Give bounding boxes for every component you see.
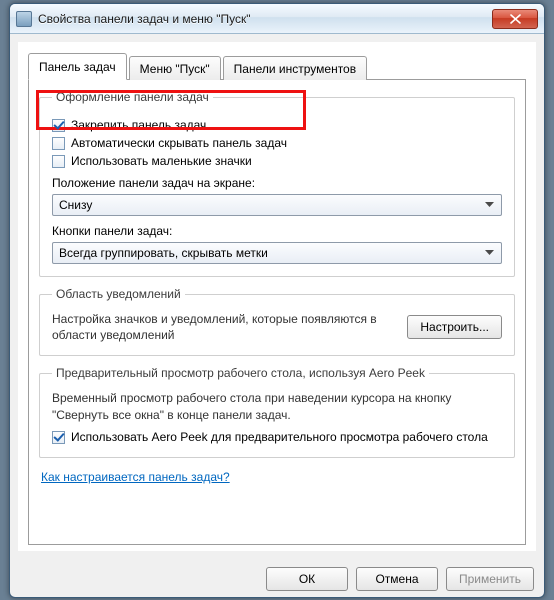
combo-taskbar-buttons[interactable]: Всегда группировать, скрывать метки xyxy=(52,242,502,264)
checkbox-lock-taskbar-row[interactable]: Закрепить панель задач xyxy=(52,118,502,132)
chevron-down-icon xyxy=(481,197,497,213)
group-appearance-legend: Оформление панели задач xyxy=(52,90,213,104)
group-notification-area: Область уведомлений Настройка значков и … xyxy=(39,287,515,356)
checkbox-autohide-row[interactable]: Автоматически скрывать панель задач xyxy=(52,136,502,150)
checkbox-autohide-label: Автоматически скрывать панель задач xyxy=(71,136,287,150)
checkbox-autohide[interactable] xyxy=(52,137,65,150)
customize-button[interactable]: Настроить... xyxy=(407,315,502,339)
tabstrip: Панель задач Меню "Пуск" Панели инструме… xyxy=(28,52,526,79)
tab-label: Панель задач xyxy=(39,60,116,74)
aeropeek-note: Временный просмотр рабочего стола при на… xyxy=(52,390,502,422)
app-icon xyxy=(16,11,32,27)
notify-note: Настройка значков и уведомлений, которые… xyxy=(52,311,397,343)
tab-label: Меню "Пуск" xyxy=(140,62,210,76)
dialog-button-bar: ОК Отмена Применить xyxy=(10,559,544,597)
checkbox-small-icons-row[interactable]: Использовать маленькие значки xyxy=(52,154,502,168)
checkbox-small-icons[interactable] xyxy=(52,155,65,168)
checkbox-aeropeek-row[interactable]: Использовать Aero Peek для предварительн… xyxy=(52,429,502,445)
combo-taskbar-position[interactable]: Снизу xyxy=(52,194,502,216)
checkbox-small-icons-label: Использовать маленькие значки xyxy=(71,154,252,168)
tab-label: Панели инструментов xyxy=(234,62,356,76)
apply-button[interactable]: Применить xyxy=(446,567,534,591)
buttons-label: Кнопки панели задач: xyxy=(52,224,502,238)
tabpage-taskbar: Оформление панели задач Закрепить панель… xyxy=(28,79,526,545)
tab-taskbar[interactable]: Панель задач xyxy=(28,53,127,80)
tab-toolbars[interactable]: Панели инструментов xyxy=(223,56,367,80)
checkbox-lock-taskbar-label: Закрепить панель задач xyxy=(71,118,206,132)
checkbox-lock-taskbar[interactable] xyxy=(52,119,65,132)
chevron-down-icon xyxy=(481,245,497,261)
group-aero-peek: Предварительный просмотр рабочего стола,… xyxy=(39,366,515,458)
help-link[interactable]: Как настраивается панель задач? xyxy=(41,470,230,484)
dialog-window: Свойства панели задач и меню "Пуск" Пане… xyxy=(9,3,545,598)
cancel-button[interactable]: Отмена xyxy=(356,567,438,591)
titlebar[interactable]: Свойства панели задач и меню "Пуск" xyxy=(10,4,544,34)
position-label: Положение панели задач на экране: xyxy=(52,176,502,190)
window-title: Свойства панели задач и меню "Пуск" xyxy=(38,12,492,26)
combo-taskbar-position-value: Снизу xyxy=(59,198,481,212)
tab-startmenu[interactable]: Меню "Пуск" xyxy=(129,56,221,80)
checkbox-aeropeek[interactable] xyxy=(52,431,65,444)
client-area: Панель задач Меню "Пуск" Панели инструме… xyxy=(18,42,536,551)
group-aeropeek-legend: Предварительный просмотр рабочего стола,… xyxy=(52,366,429,380)
checkbox-aeropeek-label: Использовать Aero Peek для предварительн… xyxy=(71,429,488,445)
close-button[interactable] xyxy=(492,9,538,29)
group-appearance: Оформление панели задач Закрепить панель… xyxy=(39,90,515,277)
ok-button[interactable]: ОК xyxy=(266,567,348,591)
group-notify-legend: Область уведомлений xyxy=(52,287,185,301)
close-icon xyxy=(510,14,521,24)
combo-taskbar-buttons-value: Всегда группировать, скрывать метки xyxy=(59,246,481,260)
